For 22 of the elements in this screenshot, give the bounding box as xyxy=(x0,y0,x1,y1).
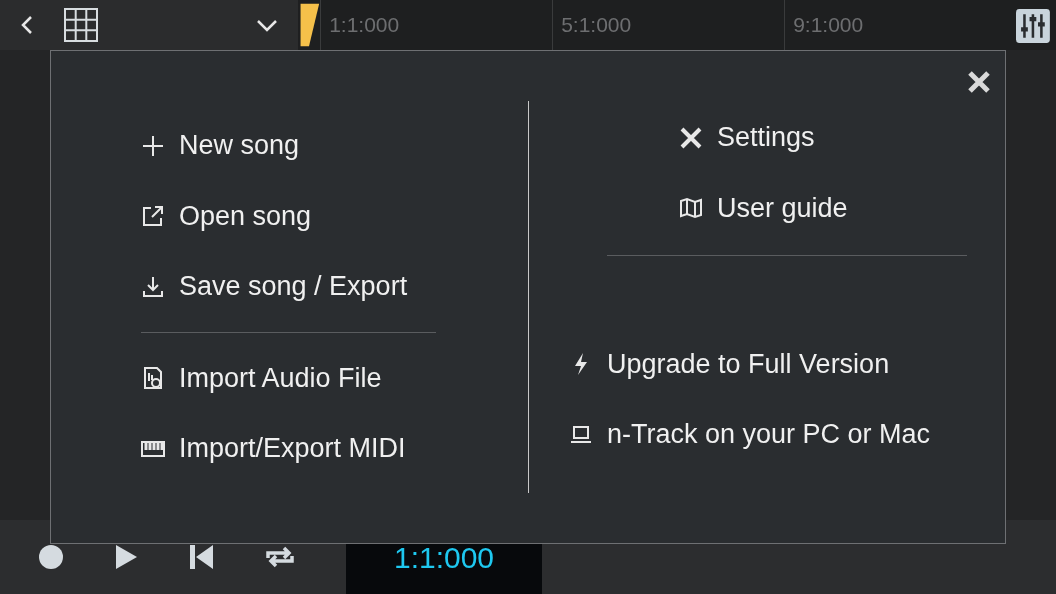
menu-item[interactable]: User guide xyxy=(679,172,1005,244)
map-icon xyxy=(679,196,703,221)
menu-item[interactable]: Import/Export MIDI xyxy=(141,413,436,484)
loop-icon[interactable] xyxy=(264,544,296,570)
grid-icon[interactable] xyxy=(64,8,98,42)
record-icon[interactable] xyxy=(38,544,64,570)
menu-item[interactable]: Save song / Export xyxy=(141,251,436,322)
menu-item[interactable]: New song xyxy=(141,110,436,181)
menu-item[interactable]: Settings xyxy=(679,102,1005,173)
play-icon[interactable] xyxy=(114,544,138,570)
menu-item[interactable]: Open song xyxy=(141,180,436,252)
menu-item[interactable]: n-Track on your PC or Mac xyxy=(569,399,1005,470)
audio-file-icon xyxy=(141,366,165,390)
plus-icon xyxy=(141,133,165,158)
external-link-icon xyxy=(141,204,165,228)
menu-item[interactable]: Upgrade to Full Version xyxy=(569,328,1005,400)
menu-item[interactable]: Import Audio File xyxy=(141,342,436,414)
chevron-down-icon[interactable] xyxy=(256,18,279,32)
mixer-icon[interactable] xyxy=(1016,6,1050,46)
download-icon xyxy=(141,274,165,299)
skip-back-icon[interactable] xyxy=(188,544,214,570)
back-icon[interactable] xyxy=(20,14,34,36)
